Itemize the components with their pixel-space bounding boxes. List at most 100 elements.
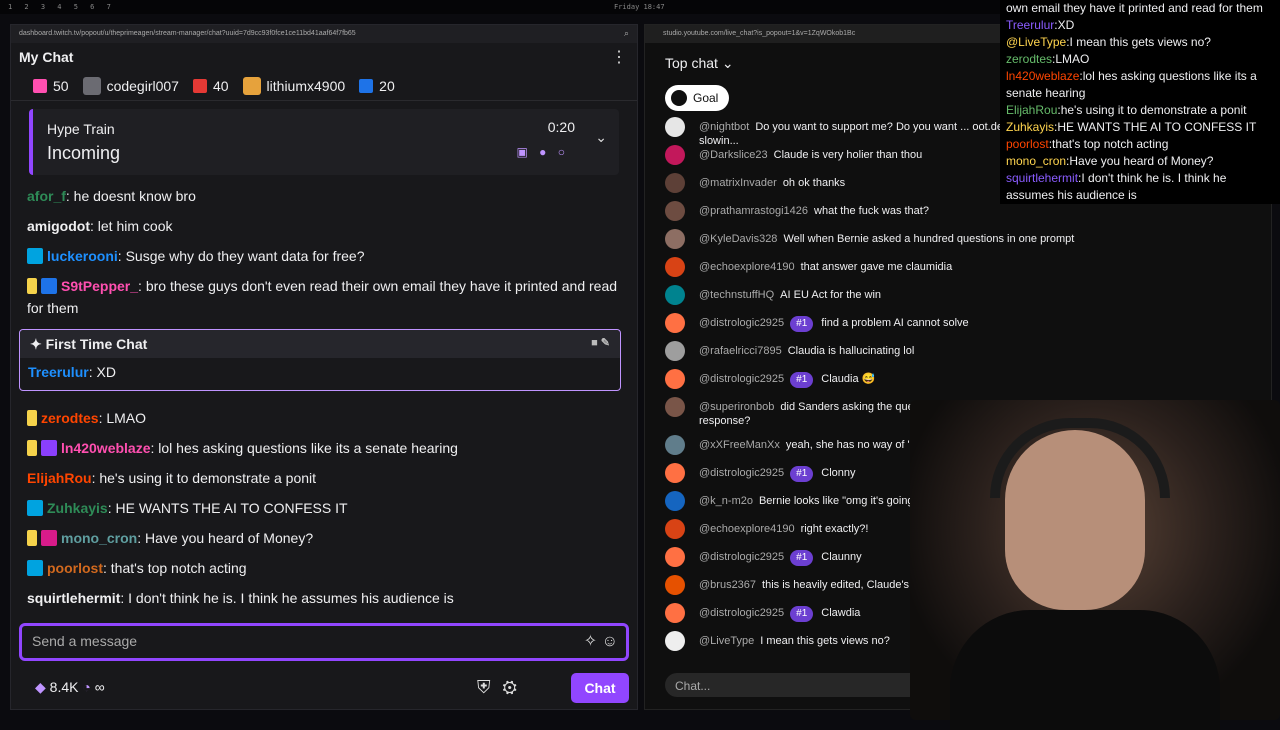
pencil-icon[interactable]: ✎ bbox=[601, 337, 610, 349]
chat-username[interactable]: amigodot bbox=[27, 218, 90, 234]
more-options-icon[interactable]: ⋮ bbox=[611, 47, 627, 67]
overlay-chat-line: mono_cron:Have you heard of Money? bbox=[1006, 153, 1274, 170]
avatar[interactable] bbox=[665, 397, 685, 417]
browser-url-bar[interactable]: dashboard.twitch.tv/popout/u/theprimeage… bbox=[11, 25, 637, 43]
workspace-indicator[interactable]: 1 2 3 4 5 6 7 bbox=[8, 3, 115, 11]
yt-message-text: what the fuck was that? bbox=[814, 205, 929, 217]
channel-points[interactable]: ◆ 8.4K ◔ ∞ bbox=[35, 679, 105, 696]
yt-username[interactable]: @distrologic2925 bbox=[699, 317, 784, 329]
camera-icon[interactable]: ■ bbox=[591, 337, 598, 349]
chat-username[interactable]: ln420weblaze bbox=[61, 440, 151, 456]
avatar[interactable] bbox=[665, 435, 685, 455]
yt-username[interactable]: @Darkslice23 bbox=[699, 149, 768, 161]
chat-username[interactable]: Zuhkayis bbox=[47, 500, 108, 516]
chat-username[interactable]: ElijahRou bbox=[27, 470, 92, 486]
sub-badge-icon bbox=[27, 278, 37, 294]
yt-message-body: @KyleDavis328 Well when Bernie asked a hu… bbox=[699, 229, 1074, 246]
yt-username[interactable]: @superironbob bbox=[699, 401, 774, 413]
yt-chat-message: @prathamrastogi1426 what the fuck was tha… bbox=[665, 201, 1265, 229]
yt-username[interactable]: @distrologic2925 bbox=[699, 467, 784, 479]
yt-username[interactable]: @KyleDavis328 bbox=[699, 233, 777, 245]
chat-message: zerodtes: LMAO bbox=[27, 403, 623, 433]
avatar[interactable] bbox=[665, 117, 685, 137]
chat-message: luckerooni: Susge why do they want data … bbox=[27, 241, 623, 271]
yt-username[interactable]: @k_n-m2o bbox=[699, 495, 753, 507]
hype-train-status: Incoming bbox=[47, 143, 121, 163]
overlay-text: :I mean this gets views no? bbox=[1066, 35, 1211, 49]
gear-icon[interactable]: ⚙ bbox=[502, 677, 529, 697]
avatar[interactable] bbox=[665, 491, 685, 511]
chat-message: afor_f: he doesnt know bro bbox=[27, 181, 623, 211]
rank-badge: #1 bbox=[790, 372, 814, 388]
gift-entry[interactable]: 50 bbox=[33, 78, 69, 94]
avatar[interactable] bbox=[665, 201, 685, 221]
yt-username[interactable]: @LiveType bbox=[699, 635, 754, 647]
avatar[interactable] bbox=[665, 519, 685, 539]
chat-mode-selector[interactable]: Top chat ⌄ bbox=[665, 55, 734, 72]
chat-message: mono_cron: Have you heard of Money? bbox=[27, 523, 623, 553]
yt-message-text: oh ok thanks bbox=[782, 177, 846, 189]
yt-message-body: @prathamrastogi1426 what the fuck was tha… bbox=[699, 201, 929, 218]
yt-username[interactable]: @distrologic2925 bbox=[699, 607, 784, 619]
hype-train-timer: 0:20 bbox=[547, 119, 575, 135]
yt-message-text: Clonny bbox=[821, 467, 856, 479]
overlay-username: Treerulur bbox=[1006, 18, 1055, 32]
yt-username[interactable]: @prathamrastogi1426 bbox=[699, 205, 808, 217]
yt-username[interactable]: @matrixInvader bbox=[699, 177, 777, 189]
chat-username[interactable]: afor_f bbox=[27, 188, 66, 204]
avatar[interactable] bbox=[665, 257, 685, 277]
avatar[interactable] bbox=[665, 603, 685, 623]
yt-username[interactable]: @echoexplore4190 bbox=[699, 261, 795, 273]
yt-username[interactable]: @technstuffHQ bbox=[699, 289, 774, 301]
sub-badge-icon bbox=[27, 530, 37, 546]
chat-input[interactable]: Send a message ✧ ☺ bbox=[19, 623, 629, 661]
yt-username[interactable]: @distrologic2925 bbox=[699, 551, 784, 563]
avatar[interactable] bbox=[665, 369, 685, 389]
chat-username[interactable]: Treerulur bbox=[28, 364, 89, 380]
yt-username[interactable]: @nightbot bbox=[699, 121, 749, 133]
shield-icon[interactable]: ⛨ bbox=[477, 677, 503, 697]
chat-username[interactable]: squirtlehermit bbox=[27, 590, 120, 606]
avatar bbox=[82, 76, 101, 95]
avatar[interactable] bbox=[665, 547, 685, 567]
avatar[interactable] bbox=[665, 173, 685, 193]
chat-messages-bottom: zerodtes: LMAO ln420weblaze: lol hes ask… bbox=[27, 403, 623, 613]
first-time-chat-card: ✦ First Time Chat ■ ✎ Treerulur: XD bbox=[19, 329, 621, 391]
gifter-entry[interactable]: lithiumx4900 bbox=[242, 76, 345, 95]
avatar[interactable] bbox=[665, 313, 685, 333]
chat-username[interactable]: poorlost bbox=[47, 560, 103, 576]
chat-username[interactable]: luckerooni bbox=[47, 248, 118, 264]
gifter-entry[interactable]: codegirl007 bbox=[82, 76, 179, 95]
yt-username[interactable]: @rafaelricci7895 bbox=[699, 345, 782, 357]
avatar[interactable] bbox=[665, 575, 685, 595]
avatar[interactable] bbox=[665, 145, 685, 165]
avatar[interactable] bbox=[665, 341, 685, 361]
chat-username[interactable]: S9tPepper_ bbox=[61, 278, 138, 294]
avatar[interactable] bbox=[665, 229, 685, 249]
overlay-username: squirtlehermit bbox=[1006, 171, 1079, 185]
sparkle-icon: ✦ bbox=[30, 336, 46, 352]
chevron-down-icon[interactable]: ⌄ bbox=[595, 129, 607, 146]
emoji-icon[interactable]: ☺ bbox=[602, 633, 618, 650]
sparkle-icon[interactable]: ✧ bbox=[584, 633, 597, 650]
avatar[interactable] bbox=[665, 285, 685, 305]
chat-send-button[interactable]: Chat bbox=[571, 673, 629, 703]
chat-username[interactable]: zerodtes bbox=[41, 410, 99, 426]
overlay-chat-line: Zuhkayis:HE WANTS THE AI TO CONFESS IT bbox=[1006, 119, 1274, 136]
yt-username[interactable]: @distrologic2925 bbox=[699, 373, 784, 385]
yt-username[interactable]: @xXFreeManXx bbox=[699, 439, 780, 451]
webcam-feed bbox=[910, 400, 1280, 730]
overlay-username: ln420weblaze bbox=[1006, 69, 1080, 83]
yt-username[interactable]: @brus2367 bbox=[699, 579, 756, 591]
avatar[interactable] bbox=[665, 463, 685, 483]
yt-username[interactable]: @echoexplore4190 bbox=[699, 523, 795, 535]
goal-button[interactable]: Goal bbox=[665, 85, 729, 111]
hype-train-banner[interactable]: Hype Train Incoming 0:20 ▣ ● ○ ⌄ bbox=[29, 109, 619, 175]
search-icon[interactable]: ⌕ bbox=[624, 28, 629, 39]
gift-entry[interactable]: 20 bbox=[359, 78, 395, 94]
avatar[interactable] bbox=[665, 631, 685, 651]
gift-entry[interactable]: 40 bbox=[192, 78, 229, 94]
card-tools[interactable]: ■ ✎ bbox=[591, 336, 610, 349]
chat-username[interactable]: mono_cron bbox=[61, 530, 137, 546]
chat-text: : LMAO bbox=[98, 410, 147, 426]
